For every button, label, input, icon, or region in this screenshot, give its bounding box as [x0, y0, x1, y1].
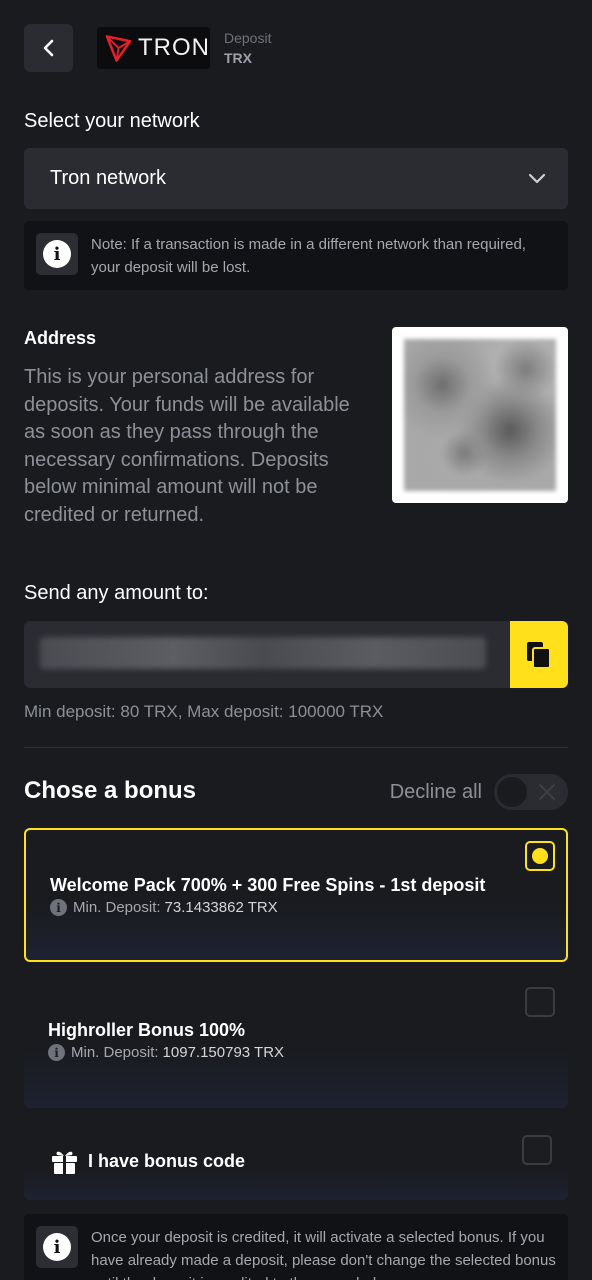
- network-select[interactable]: Tron network: [24, 148, 568, 209]
- chevron-down-icon: [528, 173, 546, 183]
- toggle-knob: [497, 777, 527, 807]
- logo-text: TRON: [138, 34, 210, 61]
- network-title: Select your network: [24, 110, 200, 132]
- network-note-text: Note: If a transaction is made in a diff…: [91, 236, 526, 276]
- qr-code: [392, 327, 568, 503]
- decline-all-toggle[interactable]: [494, 774, 568, 810]
- bonus-checkbox-welcome[interactable]: [525, 841, 555, 871]
- bonus-card-welcome[interactable]: Welcome Pack 700% + 300 Free Spins - 1st…: [24, 828, 568, 962]
- bonus-name: Welcome Pack 700% + 300 Free Spins - 1st…: [50, 875, 486, 895]
- network-note: i Note: If a transaction is made in a di…: [24, 221, 568, 290]
- deposit-address-field[interactable]: [24, 621, 568, 688]
- info-icon-box: i: [36, 1226, 78, 1268]
- deposit-limits: Min deposit: 80 TRX, Max deposit: 100000…: [24, 702, 384, 721]
- min-deposit-value: 73.1433862 TRX: [164, 899, 278, 916]
- min-deposit-label: Min. Deposit:: [71, 1044, 159, 1061]
- copy-icon: [527, 641, 551, 669]
- info-icon-box: i: [36, 233, 78, 275]
- qr-code-image: [404, 339, 556, 491]
- divider: [24, 747, 568, 748]
- tron-logo: TRON: [97, 27, 210, 69]
- info-icon: i: [48, 1044, 65, 1061]
- bonus-code-row[interactable]: I have bonus code: [24, 1134, 568, 1200]
- decline-all-label: Decline all: [389, 780, 482, 803]
- network-select-value: Tron network: [50, 167, 166, 189]
- bonus-min-deposit: i Min. Deposit: 73.1433862 TRX: [50, 899, 278, 916]
- gift-icon: [52, 1151, 77, 1174]
- header: TRON Deposit TRX: [24, 24, 271, 72]
- chevron-left-icon: [43, 39, 53, 57]
- info-icon: i: [50, 899, 67, 916]
- info-icon: i: [43, 240, 71, 268]
- send-title: Send any amount to:: [24, 582, 209, 604]
- currency-label: TRX: [224, 50, 252, 66]
- deposit-page: TRON Deposit TRX Select your network Tro…: [0, 0, 592, 1280]
- close-icon: [539, 784, 555, 800]
- bonus-min-deposit: i Min. Deposit: 1097.150793 TRX: [48, 1044, 284, 1061]
- bonus-title: Chose a bonus: [24, 777, 197, 804]
- tron-triangle-icon: [105, 35, 132, 62]
- back-button[interactable]: [24, 24, 73, 72]
- bonus-name: Highroller Bonus 100%: [48, 1020, 246, 1040]
- deposit-label: Deposit: [224, 30, 272, 46]
- min-deposit-label: Min. Deposit:: [73, 899, 161, 916]
- bonus-checkbox-highroller[interactable]: [525, 987, 555, 1017]
- bonus-code-label: I have bonus code: [88, 1151, 246, 1171]
- deposit-address-value: [40, 637, 486, 669]
- address-description: This is your personal address for deposi…: [24, 366, 350, 526]
- address-title: Address: [24, 328, 97, 348]
- copy-address-button[interactable]: [510, 621, 568, 688]
- bonus-note-text: Once your deposit is credited, it will a…: [91, 1229, 556, 1280]
- info-icon: i: [43, 1233, 71, 1261]
- bonus-note: i Once your deposit is credited, it will…: [24, 1214, 568, 1280]
- bonus-card-highroller[interactable]: Highroller Bonus 100% i Min. Deposit: 10…: [24, 974, 568, 1108]
- min-deposit-value: 1097.150793 TRX: [162, 1044, 285, 1061]
- bonus-code-checkbox[interactable]: [522, 1135, 552, 1165]
- header-meta: Deposit TRX: [224, 28, 271, 68]
- decline-all: Decline all: [390, 774, 568, 810]
